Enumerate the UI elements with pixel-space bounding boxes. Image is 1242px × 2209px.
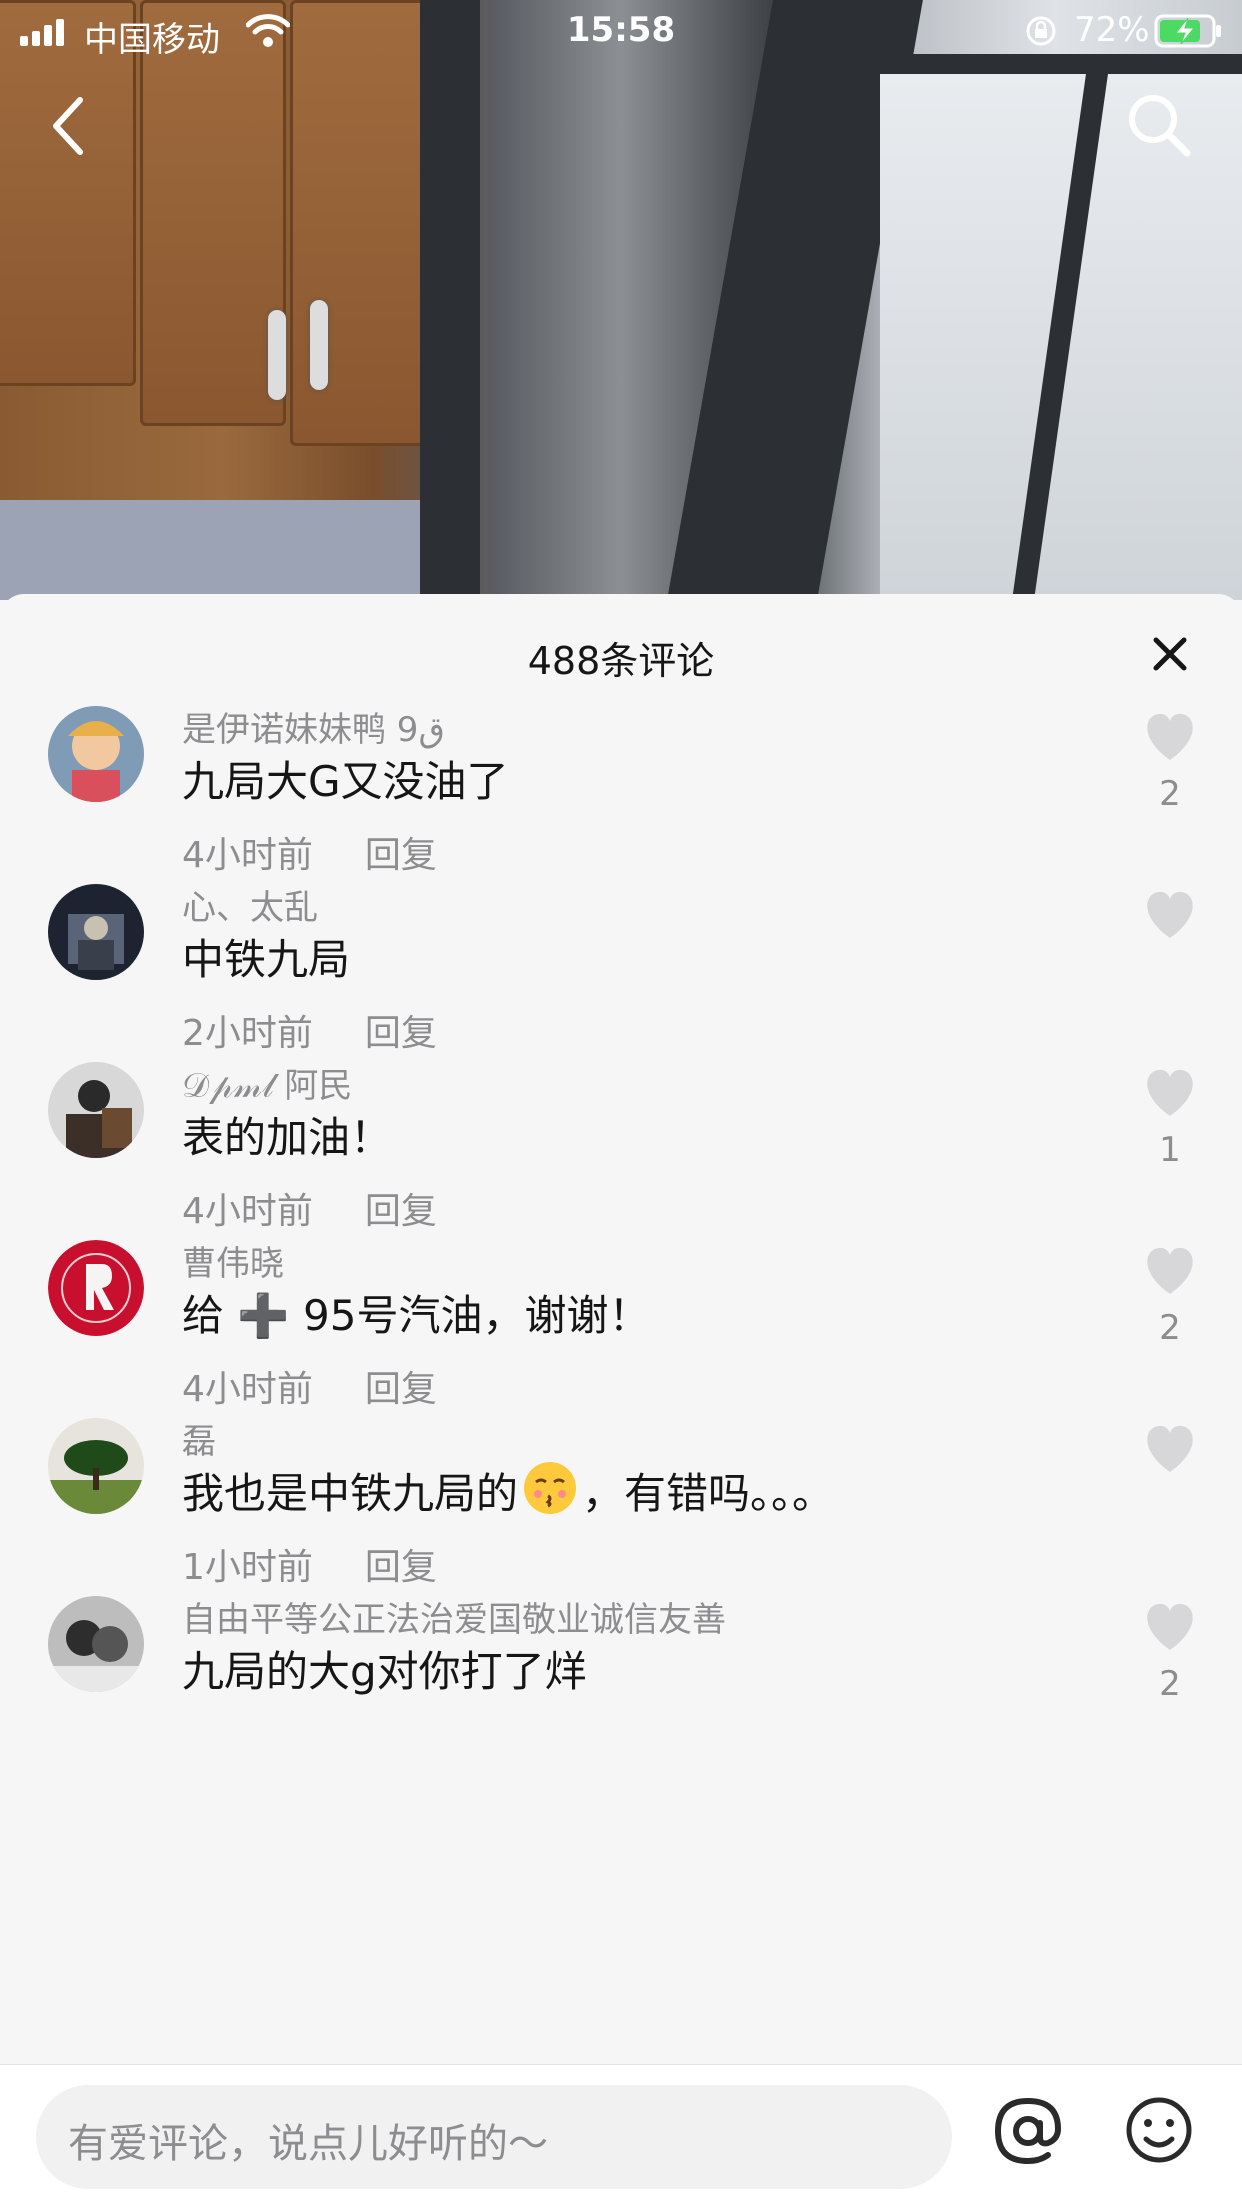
like-button[interactable]: [1138, 1424, 1202, 1486]
cabinet-handle: [268, 310, 286, 400]
like-button[interactable]: 2: [1138, 1602, 1202, 1704]
counter: [0, 500, 420, 600]
status-bar: 中国移动 15:58 72%: [0, 0, 1242, 62]
battery-percentage: 72%: [1074, 10, 1150, 50]
comment-time: 4小时前: [182, 1191, 313, 1232]
video-background[interactable]: [0, 0, 1242, 600]
emoji-icon[interactable]: [1124, 2095, 1194, 2165]
comment-username[interactable]: 𝒟𝓅𝓂𝓁 阿民: [182, 1058, 352, 1107]
comment-item: 自由平等公正法治爱国敬业诚信友善 九局的大g对你打了烊 2: [0, 1592, 1242, 1844]
comment-username[interactable]: 磊: [182, 1414, 216, 1463]
comment-meta: 4小时前 回复: [182, 1360, 437, 1412]
cabinet-door: [140, 0, 286, 426]
comment-text: 九局大G又没油了: [182, 757, 509, 806]
comment-text: 我也是中铁九局的 ，有错吗。。。: [182, 1460, 834, 1521]
comment-time: 4小时前: [182, 1369, 313, 1410]
avatar[interactable]: [48, 884, 144, 980]
comment-list[interactable]: 是伊诺妹妹鸭 9ق 九局大G又没油了 4小时前 回复 2 心、太乱 中铁九局 2小…: [0, 702, 1242, 2056]
comment-time: 1小时前: [182, 1547, 313, 1588]
like-count: 1: [1159, 1130, 1181, 1170]
reply-button[interactable]: 回复: [365, 1191, 437, 1232]
comment-input[interactable]: 有爱评论，说点儿好听的～: [36, 2085, 952, 2189]
like-button[interactable]: 1: [1138, 1068, 1202, 1170]
heart-icon: [1147, 891, 1193, 938]
comment-username[interactable]: 心、太乱: [182, 880, 318, 929]
heart-icon: [1147, 1069, 1193, 1116]
like-count: 2: [1159, 1664, 1181, 1704]
cabinet-handle: [310, 300, 328, 390]
comment-meta: 1小时前 回复: [182, 1538, 437, 1590]
avatar[interactable]: [48, 1596, 144, 1692]
comment-input-bar: 有爱评论，说点儿好听的～: [0, 2064, 1242, 2209]
comment-time: 4小时前: [182, 835, 313, 876]
avatar[interactable]: [48, 1062, 144, 1158]
heart-icon: [1147, 1247, 1193, 1294]
comment-sheet: 488条评论 是伊诺妹妹鸭 9ق 九局大G又没油了 4小时前回复 2 心、太乱: [0, 594, 1242, 2208]
comment-text: 给 ➕ 95号汽油，谢谢！: [182, 1291, 651, 1340]
comment-text-part: 我也是中铁九局的: [182, 1469, 519, 1518]
search-icon[interactable]: [1126, 92, 1192, 158]
mention-at-icon[interactable]: [990, 2093, 1066, 2169]
comment-text-part: ，有错吗。。。: [582, 1469, 835, 1518]
comment-username[interactable]: 曹伟晓: [182, 1236, 284, 1285]
like-button[interactable]: 2: [1138, 1246, 1202, 1348]
comment-meta: 2小时前 回复: [182, 1004, 437, 1056]
heart-icon: [1147, 713, 1193, 760]
reply-button[interactable]: 回复: [365, 1547, 437, 1588]
avatar[interactable]: [48, 1240, 144, 1336]
comment-meta: 4小时前 回复: [182, 1182, 437, 1234]
comment-text: 九局的大g对你打了烊: [182, 1647, 587, 1696]
comment-meta: 4小时前 回复: [182, 826, 437, 878]
avatar[interactable]: [48, 1418, 144, 1514]
like-button[interactable]: [1138, 890, 1202, 952]
avatar[interactable]: [48, 706, 144, 802]
comment-username[interactable]: 是伊诺妹妹鸭 9ق: [182, 702, 445, 751]
reply-button[interactable]: 回复: [365, 835, 437, 876]
like-button[interactable]: 2: [1138, 712, 1202, 814]
like-count: 2: [1159, 774, 1181, 814]
close-icon[interactable]: [1150, 634, 1190, 674]
battery-charging-icon: [1154, 14, 1221, 48]
kissing-face-emoji-icon: [524, 1462, 577, 1514]
comment-count-title: 488条评论: [527, 639, 715, 683]
heart-icon: [1147, 1603, 1193, 1650]
reply-button[interactable]: 回复: [365, 1369, 437, 1410]
back-icon[interactable]: [48, 96, 88, 156]
comment-username[interactable]: 自由平等公正法治爱国敬业诚信友善: [182, 1592, 726, 1641]
comment-text: 表的加油！: [182, 1113, 393, 1162]
comment-text: 中铁九局: [182, 935, 351, 984]
comment-input-placeholder: 有爱评论，说点儿好听的～: [68, 2121, 548, 2167]
like-count: 2: [1159, 1308, 1181, 1348]
comment-time: 2小时前: [182, 1013, 313, 1054]
heart-icon: [1147, 1425, 1193, 1472]
rotation-lock-icon: [1026, 16, 1056, 46]
window-frame: [420, 0, 480, 600]
reply-button[interactable]: 回复: [365, 1013, 437, 1054]
